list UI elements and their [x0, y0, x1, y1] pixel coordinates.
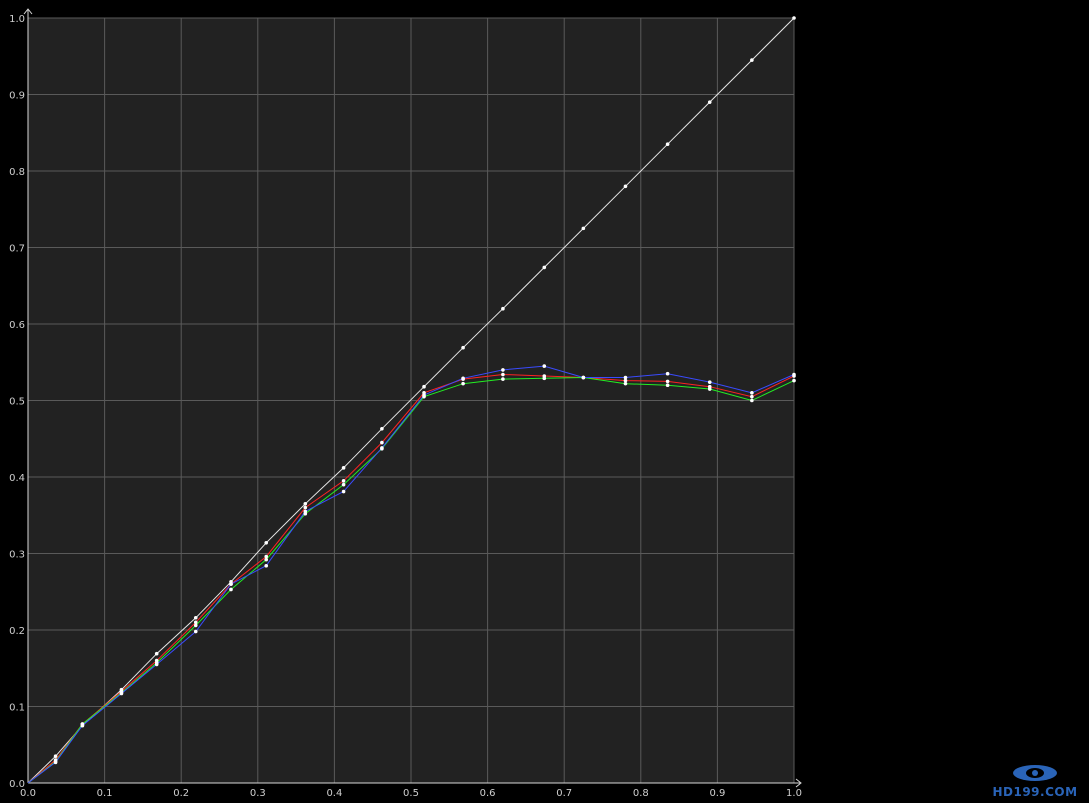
chart-svg: 0.0 0.1 0.2 0.3 0.4 0.5 0.6 0.7 0.8 0.9 1.0 0.0 0.1… — [9, 8, 1077, 799]
y-tick-label: 0.0 — [9, 779, 25, 790]
data-point — [341, 479, 346, 483]
y-tick-label: 0.1 — [9, 703, 25, 714]
data-point — [750, 58, 754, 62]
data-point — [665, 379, 670, 384]
data-point — [623, 378, 628, 383]
data-point — [792, 372, 796, 377]
x-tick-label: 0.4 — [326, 788, 342, 799]
data-point — [750, 391, 754, 395]
data-point — [264, 540, 269, 545]
x-tick-label: 0.7 — [556, 788, 572, 799]
watermark: HD199.COM — [992, 765, 1077, 799]
data-point — [341, 466, 346, 470]
data-point — [422, 393, 426, 397]
data-point — [380, 427, 384, 431]
data-point — [303, 505, 308, 510]
data-point — [623, 381, 628, 386]
y-tick-label: 0.3 — [9, 550, 25, 561]
x-tick-label: 0.3 — [250, 788, 266, 799]
x-tick-label: 1.0 — [786, 788, 802, 799]
data-point — [501, 372, 505, 377]
data-point — [154, 651, 159, 656]
data-point — [303, 509, 308, 514]
data-point — [542, 265, 547, 270]
watermark-logo-pupil-icon — [1032, 770, 1038, 776]
x-tick-label: 0.5 — [403, 788, 419, 799]
data-point — [193, 623, 198, 628]
x-tick-label: 0.8 — [633, 788, 649, 799]
data-point — [792, 378, 796, 383]
data-point — [623, 375, 628, 380]
data-point — [341, 482, 346, 487]
data-point — [623, 184, 628, 189]
data-point — [461, 381, 465, 386]
data-point — [264, 557, 269, 562]
data-point — [229, 587, 233, 592]
data-point — [380, 446, 384, 450]
y-tick-label: 1.0 — [9, 14, 25, 25]
data-point — [501, 306, 505, 311]
data-point — [229, 582, 233, 586]
x-tick-label: 0.6 — [480, 788, 496, 799]
data-point — [542, 376, 547, 381]
data-point — [119, 691, 124, 696]
data-point — [154, 662, 159, 667]
data-point — [581, 375, 586, 380]
data-point — [501, 377, 505, 381]
x-tick-label: 0.1 — [97, 788, 113, 799]
y-tick-label: 0.8 — [9, 167, 25, 178]
data-point — [422, 384, 426, 389]
y-tick-label: 0.5 — [9, 397, 25, 408]
data-point — [707, 387, 712, 391]
data-point — [53, 754, 58, 759]
y-tick-label: 0.2 — [9, 626, 25, 637]
data-point — [792, 16, 796, 20]
data-point — [193, 629, 198, 634]
data-point — [341, 489, 346, 494]
data-point — [380, 440, 384, 445]
data-point — [303, 501, 308, 506]
data-point — [80, 723, 85, 728]
y-tick-label: 0.7 — [9, 244, 25, 255]
data-point — [542, 364, 547, 368]
data-point — [53, 760, 58, 765]
y-tick-label: 0.4 — [9, 473, 25, 484]
data-point — [581, 226, 586, 231]
x-tick-label: 0.2 — [173, 788, 189, 799]
data-point — [461, 376, 465, 381]
y-tick-label: 0.9 — [9, 91, 25, 102]
x-tick-label: 0.9 — [709, 788, 725, 799]
data-point — [665, 383, 670, 388]
x-tick-labels: 0.0 0.1 0.2 0.3 0.4 0.5 0.6 0.7 0.8 0.9 1.0 — [20, 788, 802, 799]
y-tick-label: 0.6 — [9, 320, 25, 331]
data-point — [750, 394, 754, 399]
data-point — [707, 100, 712, 104]
data-point — [264, 563, 269, 568]
data-point — [461, 345, 465, 350]
data-point — [750, 398, 754, 403]
data-point — [665, 142, 670, 147]
data-point — [665, 371, 670, 376]
data-point — [193, 615, 198, 620]
data-point — [501, 368, 505, 372]
data-point — [707, 380, 712, 384]
y-tick-labels: 0.0 0.1 0.2 0.3 0.4 0.5 0.6 0.7 0.8 0.9 1.0 — [9, 14, 25, 790]
watermark-text: HD199.COM — [992, 785, 1077, 799]
